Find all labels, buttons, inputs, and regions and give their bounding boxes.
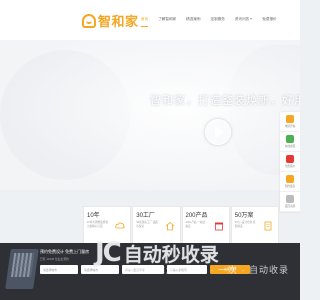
stat-description: 200+产品 一站式搞定 bbox=[185, 221, 206, 228]
watermark-subtext: 收录 · 推送 · 来访 · 一次 · 自动收录 bbox=[125, 265, 289, 275]
cloud-icon bbox=[115, 222, 125, 229]
nav-item-home[interactable]: 首页 bbox=[141, 17, 149, 27]
stats-row: 10年 10年大牌整装经验 为您精心打造 30工厂 30家源头工厂 品质有保证 … bbox=[83, 206, 280, 246]
district-select[interactable]: 请选择城市 bbox=[81, 265, 119, 274]
page: 智和家 首页 了解智和家 精选案例 定制服务 资讯问答 免费报价 智和家，打造整… bbox=[0, 0, 300, 300]
city-select[interactable]: 请选择城市 bbox=[40, 265, 78, 274]
logo-icon bbox=[82, 13, 96, 28]
hero-background bbox=[0, 40, 300, 190]
sidebar-item-label: 返回顶部 bbox=[284, 205, 296, 208]
sidebar-item-label: 在线客服 bbox=[284, 145, 296, 148]
stat-card: 50万案 50万+设计方案 任您挑选 bbox=[230, 206, 279, 246]
calculator-icon bbox=[286, 155, 294, 163]
stat-card: 10年 10年大牌整装经验 为您精心打造 bbox=[83, 206, 132, 246]
sidebar-item-measure[interactable]: 预约量房 bbox=[280, 172, 300, 192]
sidebar-item-label: 免费报价 bbox=[284, 165, 296, 168]
sidebar-item-chat[interactable]: 在线客服 bbox=[280, 132, 300, 152]
nav-item-about[interactable]: 了解智和家 bbox=[158, 17, 176, 22]
calculator-illustration bbox=[5, 249, 39, 289]
arrow-up-icon bbox=[286, 195, 294, 203]
sidebar-item-label: 电话咨询 bbox=[284, 125, 296, 128]
logo-text: 智和家 bbox=[98, 14, 139, 29]
stat-number: 50万案 bbox=[234, 213, 254, 219]
hero-title: 智和家，打造整装焕新，好用又安心 bbox=[150, 95, 300, 107]
floating-sidebar: 电话咨询 在线客服 免费报价 预约量房 返回顶部 bbox=[280, 112, 300, 212]
sidebar-item-quote[interactable]: 免费报价 bbox=[280, 152, 300, 172]
chevron-down-icon bbox=[250, 18, 253, 21]
play-icon[interactable] bbox=[205, 119, 231, 145]
sidebar-item-top[interactable]: 返回顶部 bbox=[280, 192, 300, 212]
stat-description: 30家源头工厂 品质有保证 bbox=[136, 221, 159, 228]
stat-number: 30工厂 bbox=[136, 213, 155, 219]
stat-card: 30工厂 30家源头工厂 品质有保证 bbox=[132, 206, 181, 246]
sidebar-item-label: 预约量房 bbox=[284, 185, 296, 188]
nav-item-news[interactable]: 资讯问答 bbox=[234, 17, 253, 22]
phone-icon bbox=[286, 115, 294, 123]
stat-description: 10年大牌整装经验 为您精心打造 bbox=[87, 221, 109, 228]
site-logo[interactable]: 智和家 bbox=[82, 11, 139, 30]
box-icon bbox=[214, 222, 223, 231]
nav-item-quote[interactable]: 免费报价 bbox=[262, 17, 276, 22]
stat-card: 200产品 200+产品 一站式搞定 bbox=[181, 206, 230, 246]
document-icon bbox=[264, 221, 272, 231]
stat-description: 50万+设计方案 任您挑选 bbox=[234, 221, 256, 228]
chat-icon bbox=[286, 135, 294, 143]
house-icon bbox=[165, 221, 174, 231]
stat-number: 200产品 bbox=[185, 213, 208, 219]
booking-title: 预约免费设计 免费上门量房 bbox=[40, 249, 90, 254]
sidebar-item-phone[interactable]: 电话咨询 bbox=[280, 112, 300, 132]
nav-item-news-label: 资讯问答 bbox=[234, 17, 250, 21]
booking-subtitle: 已有 12345 位业主预约 bbox=[40, 257, 69, 261]
main-nav: 首页 了解智和家 精选案例 定制服务 资讯问答 免费报价 bbox=[141, 17, 287, 27]
nav-item-cases[interactable]: 精选案例 bbox=[186, 17, 200, 22]
stat-number: 10年 bbox=[87, 213, 100, 219]
ruler-icon bbox=[286, 175, 294, 183]
hero-banner: 智和家，打造整装焕新，好用又安心 bbox=[0, 40, 300, 190]
nav-item-custom[interactable]: 定制服务 bbox=[211, 17, 225, 22]
top-header: 智和家 首页 了解智和家 精选案例 定制服务 资讯问答 免费报价 bbox=[0, 0, 300, 40]
